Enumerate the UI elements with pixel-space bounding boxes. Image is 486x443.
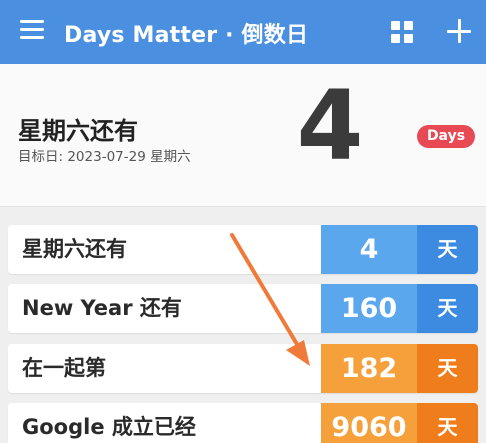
- featured-event-target-date: 目标日: 2023-07-29 星期六: [18, 149, 191, 165]
- event-count: 160: [321, 284, 417, 333]
- event-label: 在一起第: [22, 356, 106, 380]
- event-unit: 天: [417, 403, 478, 443]
- event-unit: 天: [417, 284, 478, 333]
- featured-event-card[interactable]: 星期六还有 目标日: 2023-07-29 星期六 4 Days: [0, 64, 486, 207]
- featured-event-count: 4: [296, 70, 364, 182]
- event-label: Google 成立已经: [22, 415, 196, 439]
- event-label: 星期六还有: [22, 237, 127, 261]
- event-unit: 天: [417, 225, 478, 274]
- event-count: 4: [321, 225, 417, 274]
- event-row[interactable]: 星期六还有 4 天: [8, 225, 478, 274]
- event-unit: 天: [417, 344, 478, 393]
- days-badge: Days: [417, 125, 475, 148]
- event-count: 9060: [321, 403, 417, 443]
- featured-event-title: 星期六还有: [18, 117, 138, 145]
- event-row[interactable]: 在一起第 182 天: [8, 344, 478, 393]
- event-row[interactable]: Google 成立已经 9060 天: [8, 403, 478, 443]
- app-title: Days Matter · 倒数日: [64, 23, 309, 48]
- event-row[interactable]: New Year 还有 160 天: [8, 284, 478, 333]
- app-bar: Days Matter · 倒数日: [0, 0, 486, 64]
- event-label: New Year 还有: [22, 296, 182, 320]
- event-count: 182: [321, 344, 417, 393]
- grid-view-icon[interactable]: [391, 21, 413, 43]
- add-event-icon[interactable]: [447, 19, 471, 43]
- menu-icon[interactable]: [20, 20, 44, 40]
